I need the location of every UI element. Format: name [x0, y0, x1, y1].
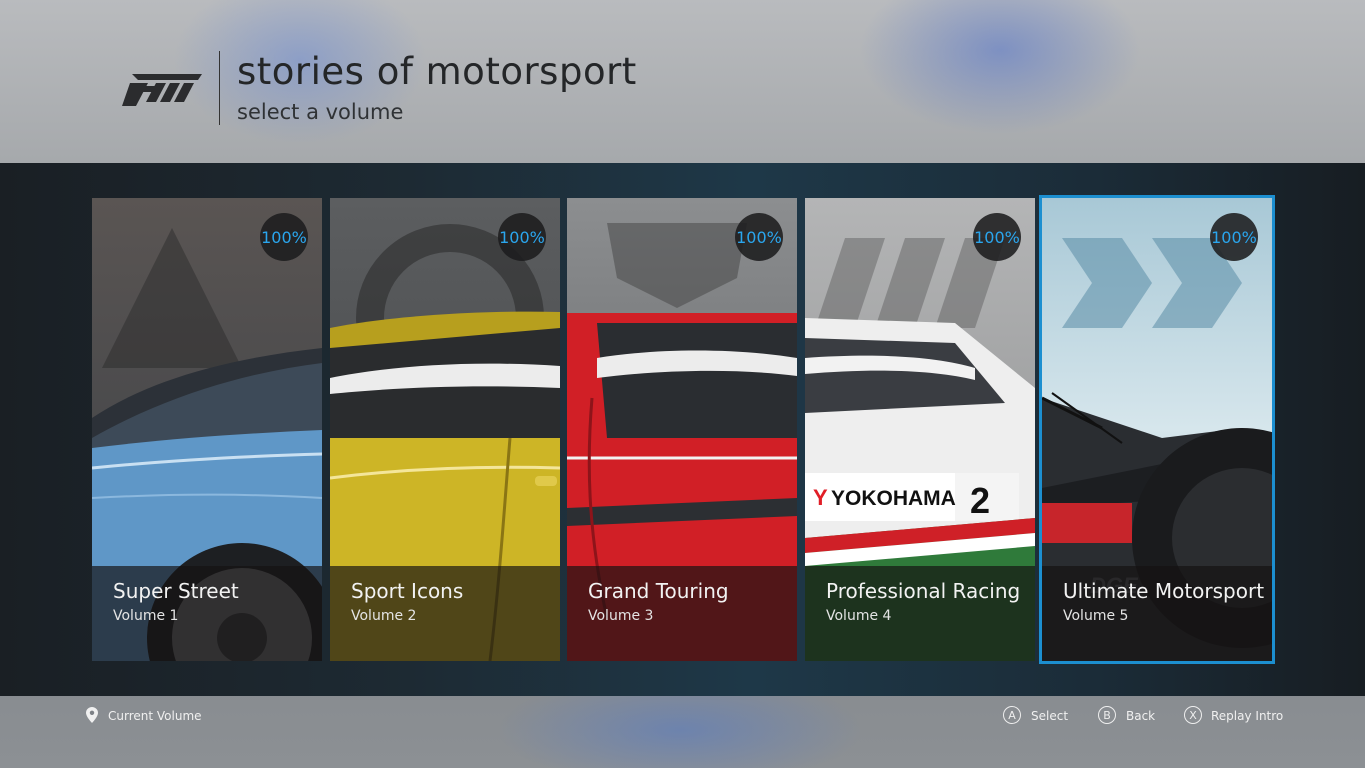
- volume-name: Sport Icons: [351, 579, 464, 603]
- volume-number: Volume 5: [1063, 608, 1129, 624]
- volume-card-4[interactable]: Y YOKOHAMA 2 100% Professional Racing Vo…: [805, 198, 1035, 661]
- race-number: 2: [970, 480, 990, 521]
- volume-name: Super Street: [113, 579, 239, 603]
- page-subtitle: select a volume: [237, 100, 404, 124]
- card-caption: Sport Icons Volume 2: [330, 566, 560, 661]
- svg-text:Y: Y: [813, 485, 828, 510]
- current-volume-legend: Current Volume: [108, 709, 202, 723]
- card-caption: Super Street Volume 1: [92, 566, 322, 661]
- volume-card-2[interactable]: 100% Sport Icons Volume 2: [330, 198, 560, 661]
- header-divider: [219, 51, 220, 125]
- completion-badge: 100%: [260, 213, 308, 261]
- select-action-label[interactable]: Select: [1031, 707, 1068, 725]
- volume-card-5[interactable]: DGE 100% Ultimate Motorsport Volume 5: [1039, 195, 1275, 664]
- completion-badge: 100%: [973, 213, 1021, 261]
- volume-name: Ultimate Motorsport: [1063, 579, 1265, 603]
- volume-number: Volume 1: [113, 608, 179, 624]
- location-pin-icon: [86, 707, 98, 723]
- volume-number: Volume 2: [351, 608, 417, 624]
- volume-name: Professional Racing: [826, 579, 1021, 603]
- a-button-icon[interactable]: A: [1003, 706, 1021, 724]
- x-button-icon[interactable]: X: [1184, 706, 1202, 724]
- volume-name: Grand Touring: [588, 579, 729, 603]
- b-button-icon[interactable]: B: [1098, 706, 1116, 724]
- volume-number: Volume 4: [826, 608, 892, 624]
- completion-badge: 100%: [735, 213, 783, 261]
- page-title: stories of motorsport: [237, 50, 637, 93]
- back-action-label[interactable]: Back: [1126, 707, 1155, 725]
- livery-text: YOKOHAMA: [831, 487, 956, 510]
- card-caption: Grand Touring Volume 3: [567, 566, 797, 661]
- volume-card-3[interactable]: 100% Grand Touring Volume 3: [567, 198, 797, 661]
- forza-logo: [122, 74, 202, 106]
- replay-intro-action-label[interactable]: Replay Intro: [1211, 707, 1283, 725]
- header: stories of motorsport select a volume: [0, 0, 1365, 163]
- completion-badge: 100%: [1210, 213, 1258, 261]
- card-caption: Professional Racing Volume 4: [805, 566, 1035, 661]
- completion-badge: 100%: [498, 213, 546, 261]
- volume-card-1[interactable]: 100% Super Street Volume 1: [92, 198, 322, 661]
- stripes-emblem: [815, 238, 1005, 328]
- card-caption: Ultimate Motorsport Volume 5: [1042, 566, 1272, 661]
- volume-number: Volume 3: [588, 608, 654, 624]
